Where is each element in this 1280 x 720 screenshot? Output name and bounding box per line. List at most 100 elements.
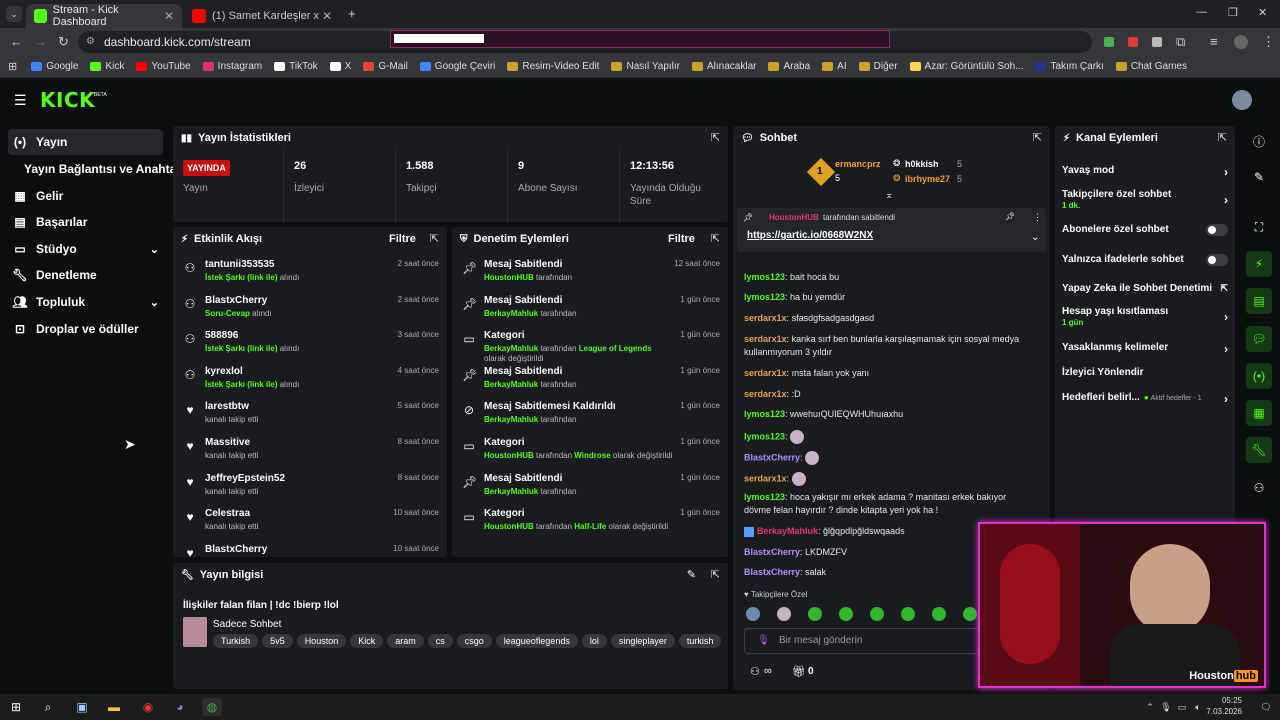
emote-icon[interactable] — [777, 606, 791, 621]
chat-username[interactable]: lymos123 — [744, 409, 785, 419]
sidebar-item-basarilar[interactable]: ▤ Başarılar — [8, 209, 163, 235]
menu-dots-icon[interactable]: ⋮ — [1033, 212, 1042, 223]
stream-tag[interactable]: turkish — [678, 634, 722, 648]
activity-row[interactable]: ♥ BlastxCherry 10 saat önce — [173, 542, 447, 557]
new-tab-icon[interactable]: + — [348, 6, 356, 21]
user-avatar[interactable] — [1232, 90, 1252, 110]
channel-action-row[interactable]: Hedefleri belirl... ● Aktif hedefler - 1 › — [1062, 392, 1228, 406]
channel-action-row[interactable]: İzleyici Yönlendir — [1062, 367, 1228, 378]
bookmark-item[interactable]: Azar: Görüntülü Soh... — [909, 61, 1023, 72]
bookmark-item[interactable]: Chat Games — [1115, 61, 1187, 72]
bookmark-item[interactable]: Araba — [768, 61, 810, 72]
activity-row[interactable]: ♥ Massitive kanalı takip etti 8 saat önce — [173, 435, 447, 471]
kick-logo[interactable]: KICK — [40, 88, 95, 112]
moderation-row[interactable]: 📌︎ Mesaj Sabitlendi BerkayMahluk tarafında… — [452, 364, 728, 400]
bookmark-item[interactable]: TikTok — [274, 61, 318, 72]
channel-action-row[interactable]: Hesap yaşı kısıtlaması 1 gün › — [1062, 306, 1228, 327]
sidebar-item-stream-key[interactable]: Yayın Bağlantısı ve Anahtarı — [8, 156, 184, 182]
chat-username[interactable]: serdarx1x — [744, 368, 787, 378]
menu-dots-icon[interactable]: ⋮ — [1262, 34, 1275, 50]
bookmark-item[interactable]: Diğer — [858, 61, 898, 72]
site-info-icon[interactable]: ⚙ — [86, 31, 95, 53]
activity-row[interactable]: ⚇ kyrexlol İstek Şarkı (link ile) alındı 4 … — [173, 364, 447, 400]
stream-tag[interactable]: lol — [581, 634, 607, 648]
stream-tag[interactable]: Houston — [296, 634, 347, 648]
channel-points-icon[interactable]: ⚇ — [750, 665, 760, 678]
moderation-row[interactable]: 📌︎ Mesaj Sabitlendi HoustonHUB tarafından 1… — [452, 257, 728, 293]
menu-hamburger-icon[interactable]: ☰ — [14, 92, 27, 109]
activity-row[interactable]: ⚇ 588896 İstek Şarkı (link ile) alındı 3 sa… — [173, 328, 447, 364]
stream-tag[interactable]: Kick — [350, 634, 384, 648]
popout-icon[interactable]: ⇱ — [711, 232, 720, 245]
sidebar-item-droplar[interactable]: ⊡ Droplar ve ödüller — [8, 316, 163, 342]
bookmark-item[interactable]: Nasıl Yapılır — [611, 61, 680, 72]
extension-shield-icon[interactable] — [1104, 37, 1114, 47]
toggle-switch[interactable] — [1206, 254, 1228, 266]
back-icon[interactable]: ← — [10, 34, 23, 49]
bookmark-item[interactable]: YouTube — [136, 61, 191, 72]
channel-action-row[interactable]: Yasaklanmış kelimeler › — [1062, 342, 1228, 356]
chat-username[interactable]: BerkayMahluk — [757, 526, 818, 536]
taskview-icon[interactable]: ▣ — [72, 698, 92, 716]
profile-avatar[interactable] — [1234, 35, 1248, 49]
extension-red-icon[interactable] — [1128, 37, 1138, 47]
extension-gray-icon[interactable] — [1152, 37, 1162, 47]
popout-icon[interactable]: ⇱ — [430, 232, 439, 245]
bookmark-item[interactable]: Resim-Video Edit — [507, 61, 599, 72]
channel-action-row[interactable]: Abonelere özel sohbet — [1062, 224, 1228, 236]
popout-icon[interactable]: ⇱ — [711, 568, 720, 581]
chat-username[interactable]: serdarx1x — [744, 313, 787, 323]
bookmark-item[interactable]: Google Çeviri — [419, 61, 495, 72]
channel-action-row[interactable]: Yalnızca ifadelerle sohbet — [1062, 254, 1228, 266]
edit-icon[interactable]: ✎ — [1246, 164, 1272, 190]
bookmark-item[interactable]: Kick — [90, 61, 124, 72]
pinned-link[interactable]: https://gartic.io/0668W2NX — [747, 230, 873, 241]
broadcast-action-icon[interactable]: (•) — [1246, 363, 1272, 389]
sidebar-item-denetleme[interactable]: 🔧︎ Denetleme — [8, 262, 163, 288]
emote-icon[interactable] — [963, 606, 977, 621]
category-name[interactable]: Sadece Sohbet — [213, 619, 281, 630]
chat-username[interactable]: BlastxCherry — [744, 452, 800, 462]
close-icon[interactable]: ✕ — [322, 9, 332, 23]
tab-youtube[interactable]: (1) Samet Kardeşler x Sıla Şahin ✕ — [184, 4, 340, 28]
tab-search-icon[interactable]: ⌄ — [6, 6, 22, 22]
chat-username[interactable]: serdarx1x — [744, 389, 787, 399]
bookmark-item[interactable]: X — [329, 61, 351, 72]
search-icon[interactable]: ⌕ — [38, 698, 58, 716]
stream-tag[interactable]: leagueoflegends — [495, 634, 578, 648]
moderation-row[interactable]: 📌︎ Mesaj Sabitlendi BerkayMahluk tarafında… — [452, 293, 728, 329]
window-close-icon[interactable]: ✕ — [1258, 6, 1267, 19]
stream-tag[interactable]: Turkish — [213, 634, 259, 648]
filter-button[interactable]: Filtre — [668, 233, 695, 245]
close-icon[interactable]: ✕ — [164, 9, 174, 23]
moderation-row[interactable]: 📌︎ Mesaj Sabitlendi BerkayMahluk tarafında… — [452, 471, 728, 507]
microphone-icon[interactable]: 🎙︎ — [757, 635, 770, 646]
stream-tag[interactable]: aram — [387, 634, 424, 648]
moderation-row[interactable]: ⊘ Mesaj Sabitlemesi Kaldırıldı BerkayMahlu… — [452, 399, 728, 435]
emote-icon[interactable] — [901, 606, 915, 621]
sidebar-item-studyo[interactable]: ▭ Stüdyo ⌄ — [8, 236, 163, 262]
chat-username[interactable]: lymos123 — [744, 492, 785, 502]
forward-icon[interactable]: → — [34, 34, 47, 49]
fullscreen-icon[interactable]: ⛶ — [1246, 214, 1272, 240]
sidebar-item-yayin[interactable]: (•) Yayın — [8, 129, 163, 155]
chat-username[interactable]: lymos123 — [744, 272, 785, 282]
gift-icon[interactable]: 🎁︎ — [792, 665, 806, 678]
chat-username[interactable]: BlastxCherry — [744, 547, 800, 557]
popout-icon[interactable]: ⇱ — [711, 131, 720, 144]
emote-icon[interactable] — [932, 606, 946, 621]
unpin-icon[interactable]: 📌︎ — [1005, 212, 1015, 221]
stream-tag[interactable]: singleplayer — [610, 634, 675, 648]
bookmark-item[interactable]: Alınacaklar — [692, 61, 756, 72]
lightning-action-icon[interactable]: ⚡︎ — [1246, 251, 1272, 277]
bookmark-item[interactable]: Instagram — [202, 61, 262, 72]
edit-pencil-icon[interactable]: ✎ — [687, 568, 696, 581]
filter-button[interactable]: Filtre — [389, 233, 416, 245]
activity-row[interactable]: ⚇ tantunii353535 İstek Şarkı (link ile) al… — [173, 257, 447, 293]
windows-start-icon[interactable]: ⊞ — [6, 698, 26, 716]
bookmark-item[interactable]: Google — [31, 61, 78, 72]
minimize-icon[interactable]: — — [1196, 6, 1207, 18]
popout-icon[interactable]: ⇱ — [1218, 131, 1227, 144]
discord-icon[interactable]: ◕ — [170, 698, 190, 716]
emote-icon[interactable] — [746, 606, 760, 621]
